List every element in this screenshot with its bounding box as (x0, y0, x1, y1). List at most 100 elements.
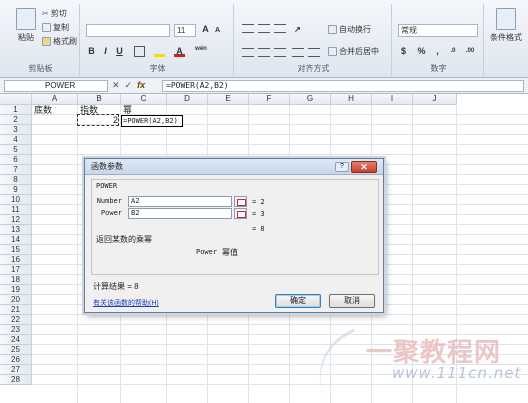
italic-button[interactable]: I (100, 46, 111, 57)
conditional-format-label: 条件格式 (490, 33, 522, 42)
currency-button[interactable]: $ (398, 46, 409, 57)
column-header[interactable]: I (372, 94, 413, 105)
merge-center-label: 合并后居中 (339, 47, 379, 56)
close-icon[interactable]: ✕ (351, 161, 377, 173)
border-button[interactable] (134, 46, 145, 57)
cell-c1[interactable]: 幂 (123, 105, 132, 115)
row-header[interactable]: 24 (0, 335, 32, 345)
font-size-combo[interactable]: 11 (174, 24, 196, 37)
row-header[interactable]: 23 (0, 325, 32, 335)
row-header[interactable]: 12 (0, 215, 32, 225)
font-name-combo[interactable] (86, 24, 170, 37)
bold-button[interactable]: B (86, 46, 97, 57)
row-header[interactable]: 28 (0, 375, 32, 385)
clipboard-group: 粘贴 ✂ 剪切 复制 格式刷 剪贴板 (2, 4, 80, 76)
column-header[interactable]: H (331, 94, 372, 105)
number-format-combo[interactable]: 常规 (398, 24, 478, 37)
cell-b2[interactable]: 2 (77, 114, 119, 126)
row-header[interactable]: 17 (0, 265, 32, 275)
align-bottom-button[interactable] (274, 24, 286, 33)
fill-color-button[interactable] (154, 46, 165, 57)
increase-indent-button[interactable] (308, 48, 320, 57)
row-header[interactable]: 20 (0, 295, 32, 305)
cancel-button[interactable]: 取消 (329, 294, 375, 308)
shrink-font-button[interactable]: A (212, 25, 223, 36)
align-middle-button[interactable] (258, 24, 270, 33)
help-link[interactable]: 有关该函数的帮助(H) (93, 298, 159, 308)
row-header[interactable]: 2 (0, 115, 32, 125)
row-header[interactable]: 9 (0, 185, 32, 195)
column-header[interactable]: A (32, 94, 78, 105)
calculation-result: 计算结果 = 8 (93, 282, 139, 291)
column-header[interactable]: C (121, 94, 167, 105)
align-left-button[interactable] (242, 48, 254, 57)
grid-line (32, 134, 528, 135)
row-header[interactable]: 27 (0, 365, 32, 375)
cell-b1[interactable]: 指数 (80, 105, 98, 115)
arg-input-power[interactable]: B2 (128, 208, 232, 219)
row-header[interactable]: 5 (0, 145, 32, 155)
row-header[interactable]: 22 (0, 315, 32, 325)
cell-a1[interactable]: 底数 (34, 105, 52, 115)
grow-font-button[interactable]: A (200, 24, 211, 35)
align-top-button[interactable] (242, 24, 254, 33)
orientation-button[interactable]: ↗ (292, 24, 303, 35)
column-header[interactable]: G (290, 94, 331, 105)
column-header[interactable]: B (78, 94, 121, 105)
row-header[interactable]: 19 (0, 285, 32, 295)
column-header[interactable]: E (208, 94, 249, 105)
cell-c2[interactable]: =POWER(A2,B2) (121, 115, 183, 127)
align-center-button[interactable] (258, 48, 270, 57)
name-box[interactable]: POWER (4, 80, 108, 92)
collapse-dialog-icon[interactable] (234, 196, 247, 207)
arg-input-number[interactable]: A2 (128, 196, 232, 207)
select-all-corner[interactable] (0, 94, 32, 105)
row-header[interactable]: 1 (0, 105, 32, 115)
decrease-decimal-button[interactable]: .00 (462, 46, 478, 57)
formula-input[interactable]: =POWER(A2,B2) (162, 80, 524, 92)
column-header[interactable]: D (167, 94, 208, 105)
row-header[interactable]: 6 (0, 155, 32, 165)
cancel-entry-icon[interactable]: ✕ (112, 80, 120, 91)
row-header[interactable]: 25 (0, 345, 32, 355)
font-color-button[interactable]: A (174, 46, 185, 57)
comma-button[interactable]: , (432, 46, 443, 57)
merge-center-button[interactable]: 合并后居中 (328, 46, 379, 57)
phonetic-button[interactable]: wén (192, 44, 210, 55)
row-header[interactable]: 7 (0, 165, 32, 175)
row-header[interactable]: 3 (0, 125, 32, 135)
confirm-entry-icon[interactable]: ✓ (125, 80, 133, 91)
number-group-label: 数字 (430, 64, 447, 73)
cut-button[interactable]: ✂ 剪切 (42, 8, 67, 19)
ok-button[interactable]: 确定 (275, 294, 321, 308)
insert-function-icon[interactable]: fx (137, 80, 145, 91)
align-right-button[interactable] (274, 48, 286, 57)
row-header[interactable]: 10 (0, 195, 32, 205)
function-arguments-dialog: 函数参数 ? ✕ POWER Number A2 = 2 Power B2 = … (84, 158, 384, 313)
decrease-indent-button[interactable] (292, 48, 304, 57)
row-header[interactable]: 26 (0, 355, 32, 365)
format-painter-button[interactable]: 格式刷 (42, 36, 77, 47)
help-icon[interactable]: ? (335, 162, 349, 172)
row-header[interactable]: 15 (0, 245, 32, 255)
row-header[interactable]: 4 (0, 135, 32, 145)
underline-button[interactable]: U (114, 46, 125, 57)
conditional-format-button[interactable]: 条件格式 (490, 8, 522, 43)
row-header[interactable]: 14 (0, 235, 32, 245)
increase-decimal-button[interactable]: .0 (446, 46, 460, 57)
row-header[interactable]: 18 (0, 275, 32, 285)
row-header[interactable]: 11 (0, 205, 32, 215)
row-header[interactable]: 13 (0, 225, 32, 235)
formula-bar: POWER ✕ ✓ fx =POWER(A2,B2) (0, 78, 528, 94)
copy-label: 复制 (53, 23, 69, 32)
column-header[interactable]: J (413, 94, 457, 105)
copy-button[interactable]: 复制 (42, 22, 69, 33)
row-header[interactable]: 8 (0, 175, 32, 185)
row-header[interactable]: 16 (0, 255, 32, 265)
row-header[interactable]: 21 (0, 305, 32, 315)
percent-button[interactable]: % (416, 46, 427, 57)
paste-button[interactable]: 粘贴 (16, 8, 36, 43)
column-header[interactable]: F (249, 94, 290, 105)
collapse-dialog-icon[interactable] (234, 208, 247, 219)
wrap-text-button[interactable]: 自动换行 (328, 24, 371, 35)
